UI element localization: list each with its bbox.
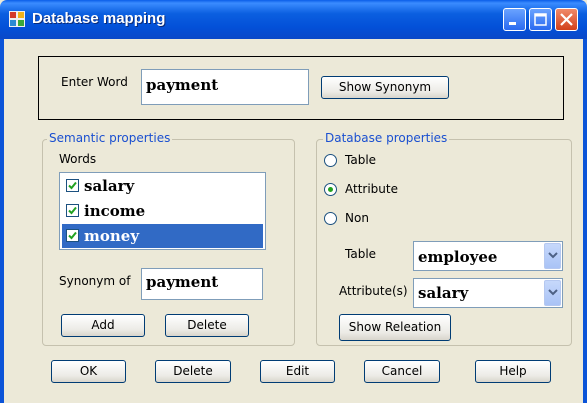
checkbox-salary[interactable] [66, 179, 79, 192]
add-button[interactable]: Add [61, 314, 145, 337]
maximize-button[interactable] [529, 8, 552, 31]
help-button[interactable]: Help [475, 360, 551, 383]
database-mapping-window: Database mapping Enter Word payment Show… [0, 0, 587, 403]
attribute-dropdown-button[interactable] [544, 280, 561, 306]
close-icon [560, 13, 573, 26]
list-item-salary[interactable]: salary [62, 174, 263, 198]
minimize-icon [509, 22, 516, 25]
checkbox-money[interactable] [66, 229, 79, 242]
list-item-income[interactable]: income [62, 199, 263, 223]
table-dropdown-button[interactable] [544, 243, 561, 269]
list-item-label: income [84, 202, 146, 220]
chevron-down-icon [548, 289, 558, 296]
radio-non-label[interactable]: Non [345, 211, 369, 225]
database-properties-group: Database properties Table Attribute Non … [316, 131, 572, 346]
table-select-value: employee [418, 248, 498, 266]
close-button[interactable] [555, 8, 578, 31]
word-entry-panel: Enter Word payment Show Synonym [38, 56, 564, 120]
ok-button[interactable]: OK [51, 360, 126, 383]
list-item-label: money [84, 227, 140, 245]
database-properties-legend: Database properties [323, 131, 450, 145]
radio-table[interactable] [324, 154, 337, 167]
synonym-of-input[interactable]: payment [141, 268, 263, 300]
checkbox-income[interactable] [66, 204, 79, 217]
enter-word-input[interactable]: payment [141, 69, 309, 105]
attribute-select-value: salary [418, 284, 469, 302]
table-select[interactable]: employee [413, 241, 563, 271]
minimize-button[interactable] [503, 8, 526, 31]
app-grid-icon [9, 11, 25, 27]
window-border-left [0, 39, 4, 403]
title-bar[interactable]: Database mapping [0, 0, 587, 39]
delete-button[interactable]: Delete [155, 360, 231, 383]
radio-non[interactable] [324, 212, 337, 225]
check-icon [68, 206, 77, 215]
synonym-of-label: Synonym of [59, 274, 131, 288]
table-label: Table [345, 247, 377, 261]
window-title: Database mapping [32, 10, 166, 27]
radio-table-label[interactable]: Table [345, 153, 376, 167]
words-label: Words [59, 152, 97, 166]
chevron-down-icon [548, 252, 558, 259]
radio-attribute[interactable] [324, 183, 337, 196]
semantic-properties-legend: Semantic properties [47, 131, 173, 145]
semantic-delete-button[interactable]: Delete [165, 314, 249, 337]
attributes-label: Attribute(s) [339, 284, 408, 298]
cancel-button[interactable]: Cancel [364, 360, 440, 383]
semantic-properties-group: Semantic properties Words salary income … [42, 131, 295, 346]
show-relation-button[interactable]: Show Releation [339, 314, 451, 341]
radio-attribute-label[interactable]: Attribute [345, 182, 398, 196]
attribute-select[interactable]: salary [413, 278, 563, 308]
words-list[interactable]: salary income money [59, 172, 266, 250]
radio-selected-dot [328, 187, 333, 192]
maximize-icon [534, 13, 547, 26]
list-item-money[interactable]: money [62, 224, 263, 248]
show-synonym-button[interactable]: Show Synonym [321, 76, 449, 99]
list-item-label: salary [84, 177, 135, 195]
window-border-right [583, 39, 587, 403]
check-icon [68, 231, 77, 240]
check-icon [68, 181, 77, 190]
edit-button[interactable]: Edit [260, 360, 335, 383]
enter-word-label: Enter Word [61, 75, 128, 89]
